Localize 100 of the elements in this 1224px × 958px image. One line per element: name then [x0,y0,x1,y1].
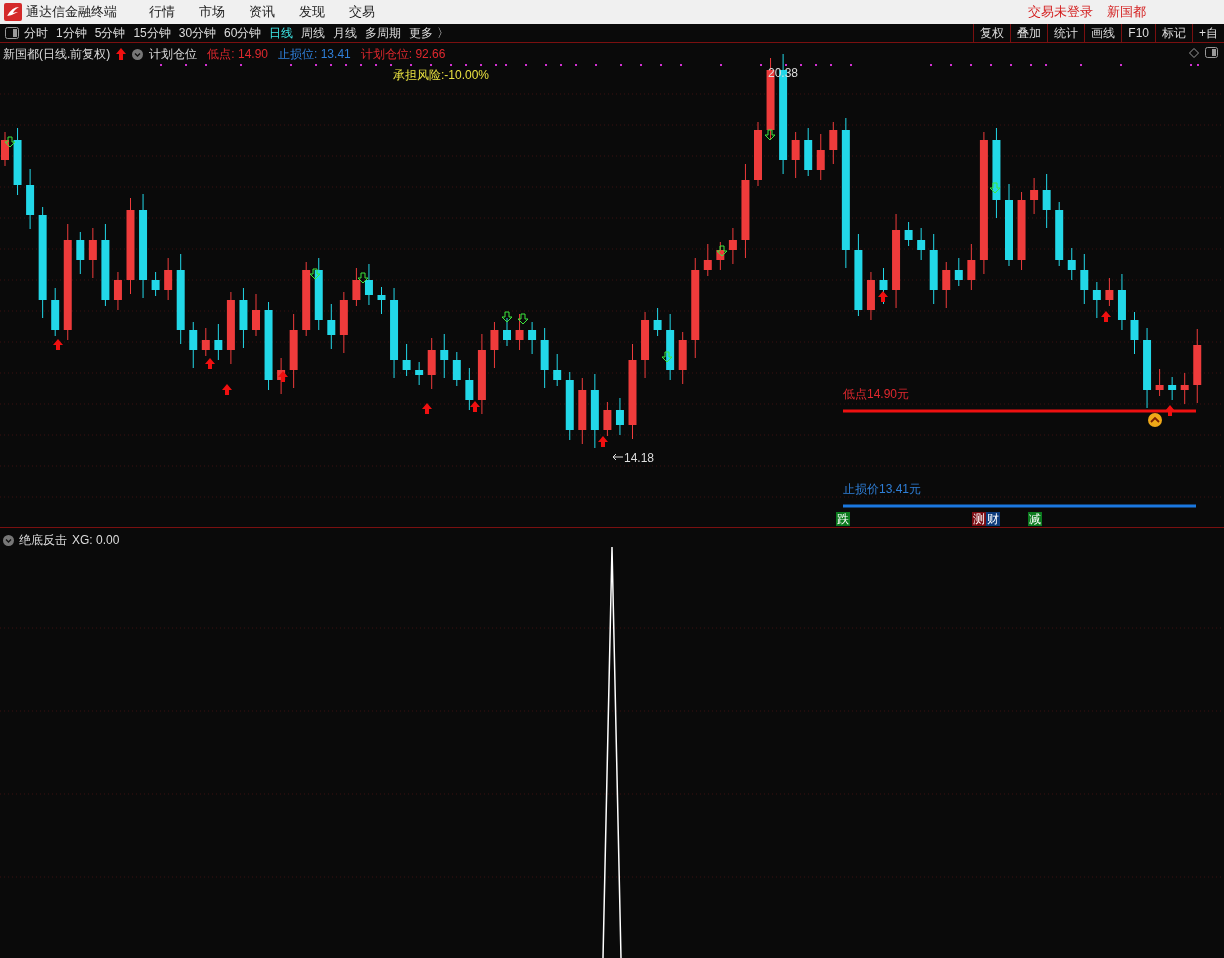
candlestick [13,127,22,196]
toolbar-button[interactable]: 标记 [1155,24,1192,42]
period-tab[interactable]: 15分钟 [133,24,171,42]
toolbar-button[interactable]: F10 [1121,24,1155,42]
down-arrow-icon [989,182,1001,194]
candlestick [754,121,762,187]
candlestick [954,257,963,287]
candlestick [76,231,85,275]
menu-item[interactable]: 行情 [149,2,175,22]
candlestick [553,353,562,387]
candlestick [1030,177,1039,215]
candlestick [201,327,210,357]
candlestick [490,321,499,369]
period-tab[interactable]: 5分钟 [94,24,126,42]
status-text[interactable]: 交易未登录 [1028,2,1093,22]
menu-item[interactable]: 资讯 [249,2,275,22]
toolbar-button[interactable]: +自 [1192,24,1224,42]
toolbar-button[interactable]: 叠加 [1010,24,1048,42]
indicator-reading: 计划仓位: 92.66 [360,46,446,63]
diamond-icon[interactable] [1189,48,1199,58]
candlestick [829,121,838,165]
indicator-name: 计划仓位 [149,46,198,63]
candlestick [164,257,173,301]
candlestick [666,313,675,381]
stop-line-label: 止损价13.41元 [843,481,922,498]
signal-tag: 测 [972,512,986,526]
candlestick [88,227,97,279]
candlestick [678,331,687,385]
candlestick [352,267,361,307]
candlestick [728,227,737,265]
candlestick [1130,311,1139,355]
up-arrow-icon [422,403,432,414]
candlestick [653,307,662,337]
dropdown-icon[interactable] [132,48,144,60]
menu-item[interactable]: 交易 [349,2,375,22]
high-price-label: 20.38 [768,65,799,82]
period-tab[interactable]: 月线 [333,24,358,42]
candlestick [879,267,888,305]
up-arrow-icon [53,339,63,350]
candlestick [189,321,198,369]
menu-item[interactable]: 发现 [299,2,325,22]
period-tab[interactable]: 日线 [269,24,294,42]
down-arrow-icon [4,136,16,148]
candlestick [1,131,9,167]
down-arrow-icon [661,351,673,363]
app-logo-icon [4,3,22,21]
candlestick [1092,281,1101,319]
security-title: 新国都(日线.前复权) [3,46,111,63]
candlestick [415,361,424,386]
down-arrow-icon [517,313,529,325]
candlestick [51,287,60,337]
candlestick [440,333,449,379]
up-arrow-icon [222,384,232,395]
candlestick [565,371,574,441]
candlestick [515,313,524,351]
dropdown-icon[interactable] [3,534,14,546]
candlestick [26,168,35,230]
candlestick [1117,273,1126,331]
up-arrow-icon [1165,405,1175,416]
candlestick [252,293,260,337]
candlestick [528,321,537,355]
period-tab[interactable]: 多周期 [365,24,402,42]
candlestick [703,243,712,277]
candlestick [804,127,813,177]
status-text[interactable]: 新国都 [1107,2,1146,22]
candlestick [214,323,223,361]
period-tab[interactable]: 30分钟 [178,24,217,42]
down-arrow-icon [764,129,776,141]
toolbar-button[interactable]: 复权 [973,24,1011,42]
up-chevron-icon [1148,413,1162,427]
candlestick [364,263,373,306]
toolbar-button[interactable]: 统计 [1047,24,1085,42]
low-line-label: 低点14.90元 [843,386,910,403]
candlestick [503,317,511,347]
toolbar-button[interactable]: 画线 [1084,24,1122,42]
candlestick [339,291,348,354]
panel-toggle-icon[interactable] [5,27,19,39]
signal-tag: 减 [1028,512,1042,526]
menu-item[interactable]: 市场 [199,2,225,22]
period-tab[interactable]: 分时 [24,24,48,42]
app-title: 通达信金融终端 [26,3,117,22]
down-arrow-icon [716,245,728,257]
candlestick [1080,253,1089,305]
period-tab[interactable]: 更多 〉 [409,24,449,42]
up-arrow-icon [278,371,288,382]
candlestick [239,287,248,349]
panel-toggle-icon[interactable] [1205,47,1218,58]
candlestick [1055,201,1064,267]
pointer-arrow-icon [612,453,624,461]
candlestick [540,327,549,389]
period-tab[interactable]: 1分钟 [56,24,87,42]
candlestick [1168,376,1177,401]
candlestick [1105,277,1114,307]
candlestick [967,243,976,291]
period-tab[interactable]: 周线 [301,24,326,42]
up-arrow-icon [878,291,888,302]
candlestick [1067,247,1076,281]
candlestick [402,343,411,377]
candlestick [427,337,436,390]
period-tab[interactable]: 60分钟 [224,24,262,42]
